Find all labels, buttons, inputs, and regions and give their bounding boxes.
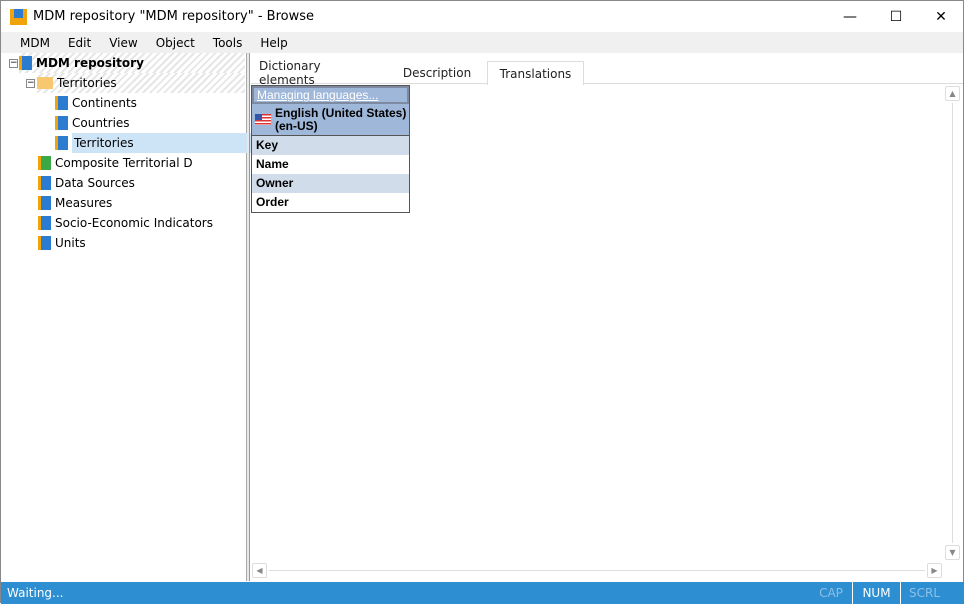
node-label: Units xyxy=(55,236,86,250)
dictionary-icon xyxy=(55,136,68,150)
menu-help[interactable]: Help xyxy=(251,36,296,50)
node-label: Territories xyxy=(57,76,117,90)
dictionary-icon xyxy=(38,196,51,210)
tree-node-measures[interactable]: Measures xyxy=(38,193,112,213)
language-name: English (United States) xyxy=(275,105,407,120)
dictionary-icon xyxy=(55,96,68,110)
app-icon xyxy=(10,8,27,25)
scrl-indicator: SCRL xyxy=(900,582,948,604)
dictionary-icon xyxy=(38,176,51,190)
repository-icon xyxy=(19,56,32,70)
translations-grid: Managing languages... English (United St… xyxy=(251,85,410,213)
node-label: Countries xyxy=(72,116,130,130)
collapse-icon[interactable]: − xyxy=(9,59,18,68)
repository-tree: − MDM repository − Territories Continent… xyxy=(1,53,254,581)
tab-bar: Dictionary elements Description Translat… xyxy=(251,59,963,87)
node-label: Measures xyxy=(55,196,113,210)
language-code: (en-US) xyxy=(275,118,318,133)
status-text: Waiting... xyxy=(7,586,64,600)
menu-bar: MDM Edit View Object Tools Help xyxy=(1,32,963,53)
tree-node-data-sources[interactable]: Data Sources xyxy=(38,173,135,193)
node-label: Data Sources xyxy=(55,176,135,190)
tree-node-mdm-repository[interactable]: MDM repository xyxy=(19,53,245,73)
scroll-left-icon[interactable]: ◀ xyxy=(252,563,267,578)
node-label: Continents xyxy=(72,96,137,110)
tree-node-indicators[interactable]: Socio-Economic Indicators xyxy=(38,213,213,233)
scroll-up-icon[interactable]: ▲ xyxy=(945,86,960,101)
num-indicator: NUM xyxy=(852,582,900,604)
collapse-icon[interactable]: − xyxy=(26,79,35,88)
menu-edit[interactable]: Edit xyxy=(59,36,100,50)
managing-languages-link[interactable]: Managing languages... xyxy=(252,86,409,104)
node-label: Composite Territorial D xyxy=(55,156,193,170)
node-label: MDM repository xyxy=(36,56,144,70)
tree-node-units[interactable]: Units xyxy=(38,233,86,253)
grid-row-key[interactable]: Key xyxy=(252,136,409,155)
grid-row-order[interactable]: Order xyxy=(252,193,409,212)
tab-description[interactable]: Description xyxy=(387,61,487,84)
menu-mdm[interactable]: MDM xyxy=(11,36,59,50)
scroll-down-icon[interactable]: ▼ xyxy=(945,545,960,560)
language-column-header[interactable]: English (United States) (en-US) xyxy=(252,104,409,136)
grid-row-name[interactable]: Name xyxy=(252,155,409,174)
vertical-scrollbar[interactable]: ▲ ▼ xyxy=(944,85,961,563)
title-bar: MDM repository "MDM repository" - Browse… xyxy=(1,1,963,32)
grid-row-owner[interactable]: Owner xyxy=(252,174,409,193)
tab-dictionary-elements[interactable]: Dictionary elements xyxy=(259,59,379,87)
tree-node-composite[interactable]: Composite Territorial D xyxy=(38,153,193,173)
minimize-button[interactable]: — xyxy=(827,1,873,32)
scroll-right-icon[interactable]: ▶ xyxy=(927,563,942,578)
window-title: MDM repository "MDM repository" - Browse xyxy=(33,9,315,24)
horizontal-scrollbar[interactable]: ◀ ▶ xyxy=(251,562,944,579)
us-flag-icon xyxy=(255,114,271,125)
tree-node-territories-folder[interactable]: Territories xyxy=(37,73,245,93)
node-label: Territories xyxy=(72,133,254,153)
main-window: MDM repository "MDM repository" - Browse… xyxy=(0,0,964,604)
splitter[interactable] xyxy=(247,53,250,581)
tab-translations[interactable]: Translations xyxy=(487,61,584,85)
node-label: Socio-Economic Indicators xyxy=(55,216,213,230)
composite-dictionary-icon xyxy=(38,156,51,170)
dictionary-icon xyxy=(55,116,68,130)
cap-indicator: CAP xyxy=(819,586,843,600)
close-button[interactable]: ✕ xyxy=(918,1,964,32)
dictionary-icon xyxy=(38,216,51,230)
tree-node-territories[interactable]: Territories xyxy=(55,133,254,153)
maximize-button[interactable]: ☐ xyxy=(873,1,919,32)
menu-view[interactable]: View xyxy=(100,36,146,50)
status-bar: Waiting... CAP NUM SCRL xyxy=(1,582,964,604)
tree-node-continents[interactable]: Continents xyxy=(55,93,137,113)
folder-icon xyxy=(37,77,53,89)
tree-node-countries[interactable]: Countries xyxy=(55,113,130,133)
dictionary-icon xyxy=(38,236,51,250)
menu-object[interactable]: Object xyxy=(147,36,204,50)
menu-tools[interactable]: Tools xyxy=(204,36,252,50)
